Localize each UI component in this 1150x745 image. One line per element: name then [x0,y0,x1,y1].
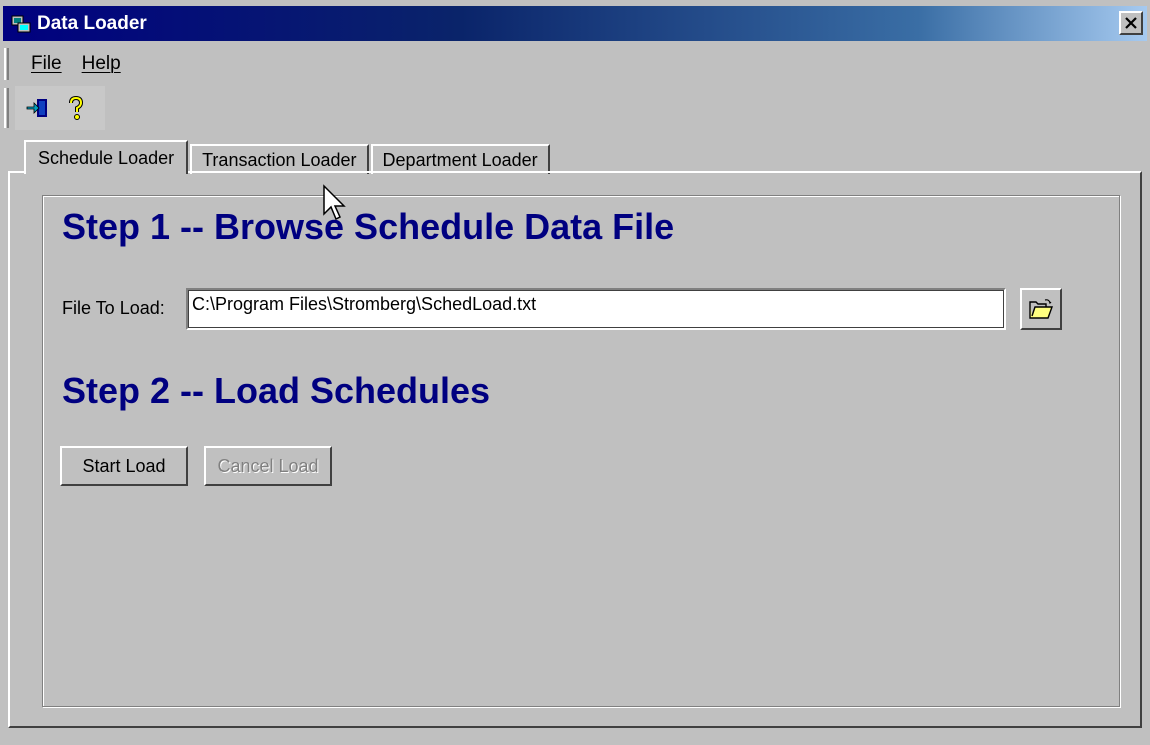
tab-strip: Schedule Loader Transaction Loader Depar… [24,140,552,174]
toolbar-buttons [15,86,105,130]
title-bar[interactable]: Data Loader [3,6,1147,41]
browse-button[interactable] [1020,288,1062,330]
menu-help[interactable]: Help [82,53,121,75]
toolbar-grip[interactable] [4,88,9,128]
close-icon [1125,17,1137,29]
menu-bar: File Help [0,45,1150,83]
file-path-input[interactable]: C:\Program Files\Stromberg\SchedLoad.txt [186,288,1006,330]
tab-transaction-loader[interactable]: Transaction Loader [190,144,369,174]
window-title: Data Loader [37,12,147,34]
close-button[interactable] [1119,11,1143,35]
help-button[interactable] [61,93,91,123]
menubar-grip[interactable] [4,48,9,80]
tab-department-loader[interactable]: Department Loader [370,144,550,174]
app-icon [11,14,31,34]
cancel-load-button[interactable]: Cancel Load [204,446,332,486]
step1-heading: Step 1 -- Browse Schedule Data File [62,206,675,247]
step2-heading: Step 2 -- Load Schedules [62,370,491,411]
help-icon [69,95,84,120]
open-folder-icon [1029,299,1053,319]
tab-schedule-loader[interactable]: Schedule Loader [24,140,189,174]
exit-button[interactable] [23,93,53,123]
menu-file[interactable]: File [31,53,62,75]
toolbar [0,86,106,130]
mouse-cursor-icon [322,184,346,224]
data-loader-window: Data Loader File Help Schedule Loader Tr… [0,0,1150,745]
file-to-load-label: File To Load: [62,298,165,318]
start-load-button[interactable]: Start Load [60,446,188,486]
exit-icon [26,99,47,117]
